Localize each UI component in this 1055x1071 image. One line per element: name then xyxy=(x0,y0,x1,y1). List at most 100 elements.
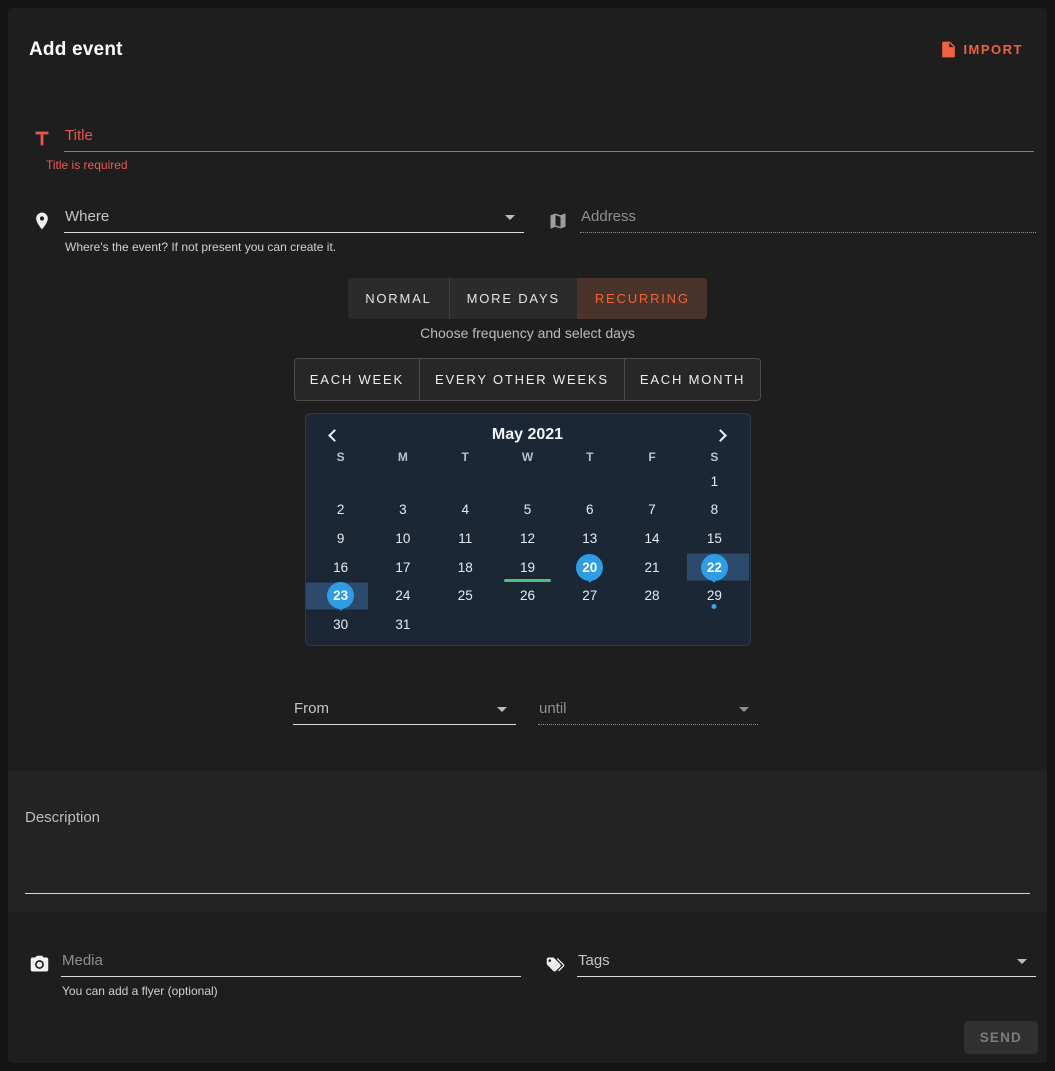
event-dot xyxy=(712,604,717,609)
until-placeholder: until xyxy=(539,700,567,717)
calendar-day-3[interactable]: 3 xyxy=(372,496,434,525)
calendar-day-25[interactable]: 25 xyxy=(434,581,496,610)
where-helper: Where's the event? If not present you ca… xyxy=(65,240,524,254)
where-dropdown-arrow-icon[interactable] xyxy=(505,215,515,220)
calendar-day-16[interactable]: 16 xyxy=(310,553,372,582)
calendar-day-empty xyxy=(372,467,434,496)
description-input[interactable]: Description xyxy=(25,809,1030,894)
calendar-day-number: 19 xyxy=(514,554,541,581)
calendar-day-21[interactable]: 21 xyxy=(621,553,683,582)
until-dropdown-arrow-icon[interactable] xyxy=(739,707,749,712)
calendar-day-number: 8 xyxy=(701,496,728,523)
calendar-day-22[interactable]: 22 xyxy=(683,553,745,582)
calendar-day-26[interactable]: 26 xyxy=(496,581,558,610)
calendar-day-number: 1 xyxy=(701,468,728,495)
calendar-day-10[interactable]: 10 xyxy=(372,524,434,553)
tab-more-days[interactable]: MORE DAYS xyxy=(449,278,577,319)
calendar-day-28[interactable]: 28 xyxy=(621,581,683,610)
address-input[interactable]: Address xyxy=(580,208,1036,233)
calendar-weekday: S xyxy=(310,449,372,467)
frequency-options-wrap: EACH WEEKEVERY OTHER WEEKSEACH MONTH xyxy=(8,358,1047,401)
send-button[interactable]: SEND xyxy=(964,1021,1038,1054)
calendar-day-1[interactable]: 1 xyxy=(683,467,745,496)
calendar-day-27[interactable]: 27 xyxy=(559,581,621,610)
calendar-day-number: 12 xyxy=(514,525,541,552)
calendar-day-18[interactable]: 18 xyxy=(434,553,496,582)
import-button[interactable]: IMPORT xyxy=(937,36,1025,63)
until-input[interactable]: until xyxy=(538,700,758,725)
title-input[interactable]: Title xyxy=(64,127,1034,152)
calendar-day-number: 9 xyxy=(327,525,354,552)
frequency-option-every-other-weeks[interactable]: EVERY OTHER WEEKS xyxy=(419,359,624,400)
from-placeholder: From xyxy=(294,700,329,717)
calendar-day-30[interactable]: 30 xyxy=(310,610,372,639)
calendar-day-empty xyxy=(434,467,496,496)
from-dropdown-arrow-icon[interactable] xyxy=(497,707,507,712)
tab-recurring[interactable]: RECURRING xyxy=(577,278,707,319)
calendar-day-5[interactable]: 5 xyxy=(496,496,558,525)
chevron-right-icon xyxy=(714,429,727,442)
frequency-option-each-month[interactable]: EACH MONTH xyxy=(624,359,760,400)
frequency-option-each-week[interactable]: EACH WEEK xyxy=(295,359,419,400)
calendar-day-7[interactable]: 7 xyxy=(621,496,683,525)
calendar-day-4[interactable]: 4 xyxy=(434,496,496,525)
calendar-day-8[interactable]: 8 xyxy=(683,496,745,525)
calendar-day-15[interactable]: 15 xyxy=(683,524,745,553)
calendar-day-17[interactable]: 17 xyxy=(372,553,434,582)
map-icon xyxy=(546,211,570,231)
calendar-day-empty xyxy=(621,610,683,639)
title-icon xyxy=(30,128,54,150)
calendar-day-empty xyxy=(559,610,621,639)
calendar-day-number: 16 xyxy=(327,554,354,581)
calendar-day-20[interactable]: 20 xyxy=(559,553,621,582)
tags-icon xyxy=(543,954,567,975)
calendar-day-number: 20 xyxy=(576,554,603,581)
calendar-day-14[interactable]: 14 xyxy=(621,524,683,553)
calendar-day-number: 10 xyxy=(389,525,416,552)
media-input[interactable]: Media xyxy=(61,952,521,977)
description-section: Description xyxy=(8,771,1047,912)
calendar-day-number: 6 xyxy=(576,496,603,523)
tags-dropdown-arrow-icon[interactable] xyxy=(1017,959,1027,964)
add-event-card: Add event IMPORT Title Title is required… xyxy=(8,8,1047,1063)
calendar-day-12[interactable]: 12 xyxy=(496,524,558,553)
calendar-day-number: 11 xyxy=(452,525,479,552)
calendar-day-empty xyxy=(434,610,496,639)
calendar-day-31[interactable]: 31 xyxy=(372,610,434,639)
calendar-day-19[interactable]: 19 xyxy=(496,553,558,582)
calendar-day-number: 15 xyxy=(701,525,728,552)
title-placeholder: Title xyxy=(65,127,93,144)
tab-normal[interactable]: NORMAL xyxy=(348,278,448,319)
tags-input[interactable]: Tags xyxy=(577,952,1036,977)
calendar-day-23[interactable]: 23 xyxy=(310,581,372,610)
title-error: Title is required xyxy=(46,158,1034,172)
tabs-caption: Choose frequency and select days xyxy=(8,325,1047,341)
where-input[interactable]: Where xyxy=(64,208,524,233)
media-helper: You can add a flyer (optional) xyxy=(62,984,521,998)
calendar-day-11[interactable]: 11 xyxy=(434,524,496,553)
next-month-button[interactable] xyxy=(707,422,733,448)
calendar-day-number: 25 xyxy=(452,582,479,609)
calendar-day-29[interactable]: 29 xyxy=(683,581,745,610)
from-input[interactable]: From xyxy=(293,700,516,725)
calendar-day-number: 4 xyxy=(452,496,479,523)
calendar-day-2[interactable]: 2 xyxy=(310,496,372,525)
event-type-tabs-wrap: NORMALMORE DAYSRECURRING xyxy=(8,278,1047,319)
calendar-grid: 1234567891011121314151617181920212223242… xyxy=(310,467,746,639)
calendar-day-empty xyxy=(310,467,372,496)
calendar-day-6[interactable]: 6 xyxy=(559,496,621,525)
address-placeholder: Address xyxy=(581,208,636,225)
calendar-day-9[interactable]: 9 xyxy=(310,524,372,553)
location-pin-icon xyxy=(30,211,54,231)
calendar-day-number: 13 xyxy=(576,525,603,552)
calendar-weekday: T xyxy=(434,449,496,467)
page-title: Add event xyxy=(29,39,123,61)
calendar-day-number: 18 xyxy=(452,554,479,581)
prev-month-button[interactable] xyxy=(322,422,348,448)
calendar-day-number: 17 xyxy=(389,554,416,581)
calendar-day-number: 5 xyxy=(514,496,541,523)
calendar-day-24[interactable]: 24 xyxy=(372,581,434,610)
calendar-day-number: 28 xyxy=(639,582,666,609)
calendar-weekday: S xyxy=(683,449,745,467)
calendar-day-13[interactable]: 13 xyxy=(559,524,621,553)
